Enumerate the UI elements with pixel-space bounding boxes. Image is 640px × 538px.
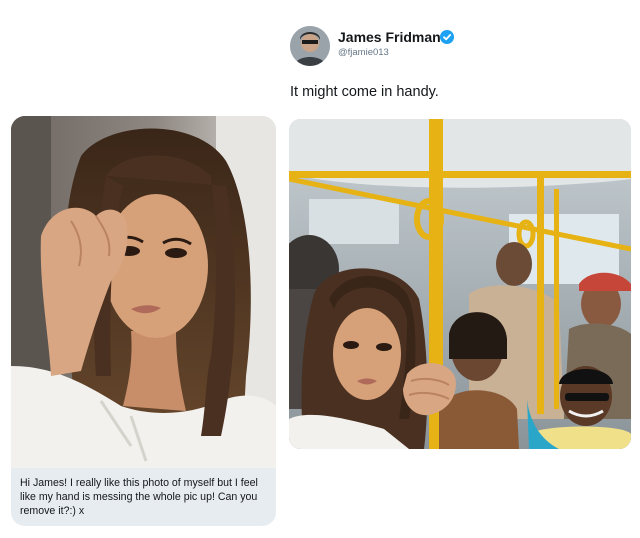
display-name[interactable]: James Fridman [338,29,441,45]
user-handle[interactable]: @fjamie013 [338,47,389,58]
tweet-text: It might come in handy. [290,84,439,100]
request-message-text: Hi James! I really like this photo of my… [11,468,276,526]
original-selfie-photo [11,116,276,468]
request-message-card: Hi James! I really like this photo of my… [11,116,276,526]
avatar[interactable] [290,26,330,66]
verified-badge-icon [440,30,454,44]
edited-bus-photo[interactable] [289,119,631,449]
